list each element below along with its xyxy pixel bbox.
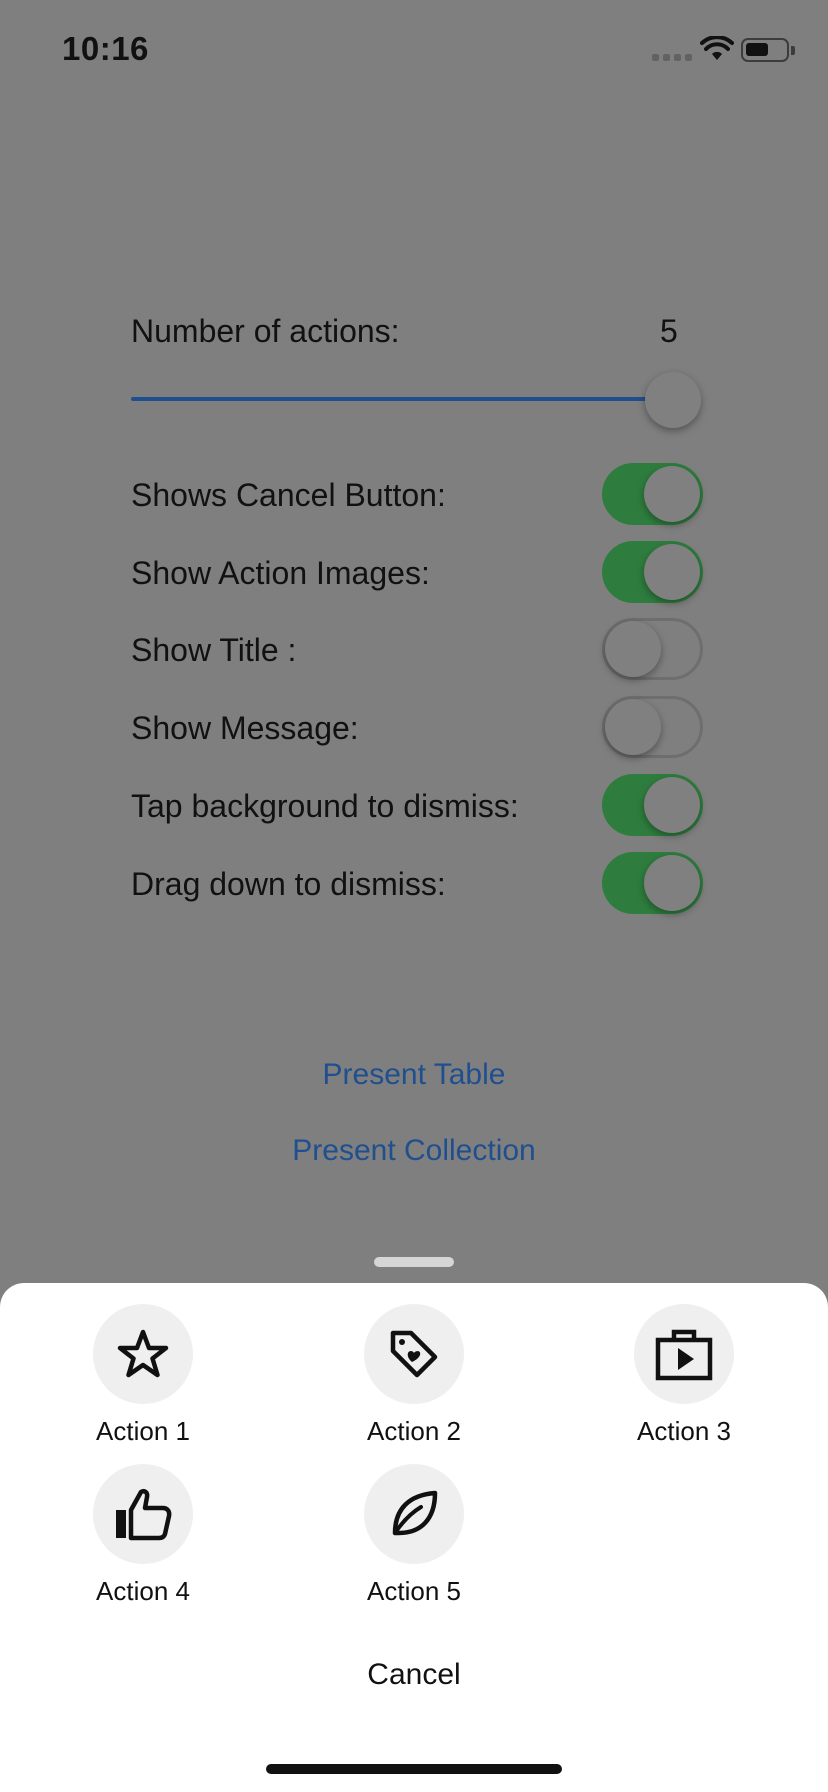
action-2-label: Action 2 — [367, 1416, 461, 1446]
wifi-icon — [700, 36, 734, 60]
action-4-label: Action 4 — [96, 1576, 190, 1606]
drag-down-dismiss-label: Drag down to dismiss: — [131, 866, 446, 902]
action-1-button[interactable]: Action 1 — [53, 1304, 233, 1447]
action-3-button[interactable]: Action 3 — [594, 1304, 774, 1447]
tag-heart-icon — [390, 1330, 438, 1378]
show-message-label: Show Message: — [131, 710, 359, 746]
present-table-link[interactable]: Present Table — [0, 1058, 828, 1092]
show-message-toggle[interactable] — [602, 696, 703, 758]
actions-count-label: Number of actions: — [131, 313, 400, 349]
slider-track — [131, 397, 673, 401]
cancel-button[interactable]: Cancel — [0, 1658, 828, 1692]
tap-background-dismiss-label: Tap background to dismiss: — [131, 788, 519, 824]
action-3-label: Action 3 — [637, 1416, 731, 1446]
home-indicator — [266, 1764, 562, 1774]
star-icon — [117, 1329, 169, 1378]
action-4-button[interactable]: Action 4 — [53, 1464, 233, 1607]
cellular-signal-icon — [652, 54, 692, 61]
actions-slider[interactable] — [131, 370, 701, 430]
shows-cancel-button-toggle[interactable] — [602, 463, 703, 525]
action-2-button[interactable]: Action 2 — [324, 1304, 504, 1447]
thumbs-up-icon — [116, 1489, 172, 1541]
status-bar: 10:16 — [0, 0, 828, 100]
show-action-images-label: Show Action Images: — [131, 555, 430, 591]
leaf-icon — [392, 1490, 438, 1536]
show-title-label: Show Title : — [131, 632, 297, 668]
action-1-label: Action 1 — [96, 1416, 190, 1446]
present-collection-link[interactable]: Present Collection — [0, 1134, 828, 1168]
shows-cancel-button-label: Shows Cancel Button: — [131, 477, 446, 513]
battery-icon — [741, 38, 789, 62]
shopping-bag-play-icon — [655, 1329, 713, 1381]
drag-down-dismiss-toggle[interactable] — [602, 852, 703, 914]
status-time: 10:16 — [62, 30, 149, 67]
sheet-grabber-handle[interactable] — [374, 1257, 454, 1267]
show-action-images-toggle[interactable] — [602, 541, 703, 603]
action-5-button[interactable]: Action 5 — [324, 1464, 504, 1607]
tap-background-dismiss-toggle[interactable] — [602, 774, 703, 836]
action-5-label: Action 5 — [367, 1576, 461, 1606]
slider-thumb[interactable] — [645, 372, 701, 428]
show-title-toggle[interactable] — [602, 618, 703, 680]
actions-count-value: 5 — [660, 313, 678, 349]
